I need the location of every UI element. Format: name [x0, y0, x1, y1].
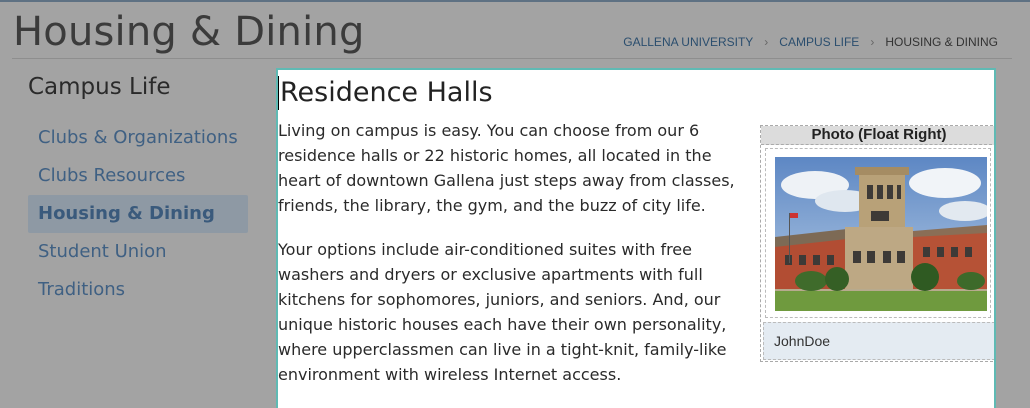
photo-frame	[765, 148, 991, 318]
breadcrumb-link-university[interactable]: GALLENA UNIVERSITY	[623, 35, 753, 49]
content-title[interactable]: Residence Halls	[278, 76, 493, 110]
content-paragraph[interactable]: Your options include air-conditioned sui…	[278, 237, 753, 387]
sidebar-item-clubs-resources[interactable]: Clubs Resources	[28, 157, 248, 195]
top-accent-line	[0, 0, 1030, 2]
photo-block-label: Photo (Float Right)	[761, 126, 994, 145]
breadcrumb-separator-icon: ›	[764, 35, 769, 49]
sidebar-item-student-union[interactable]: Student Union	[28, 233, 248, 271]
breadcrumb: GALLENA UNIVERSITY › CAMPUS LIFE › HOUSI…	[623, 35, 998, 49]
breadcrumb-current: HOUSING & DINING	[885, 35, 998, 49]
title-divider	[12, 58, 1012, 59]
breadcrumb-separator-icon: ›	[870, 35, 875, 49]
photo-float-right-block[interactable]: Photo (Float Right) JohnDoe	[760, 125, 994, 362]
breadcrumb-link-campus-life[interactable]: CAMPUS LIFE	[779, 35, 859, 49]
content-paragraph[interactable]: Living on campus is easy. You can choose…	[278, 118, 753, 218]
photo-caption[interactable]: JohnDoe	[763, 322, 994, 360]
page-title: Housing & Dining	[13, 9, 365, 55]
building-photo[interactable]	[775, 157, 987, 311]
sidebar-heading: Campus Life	[28, 74, 171, 100]
sidebar-item-clubs-organizations[interactable]: Clubs & Organizations	[28, 119, 248, 157]
sidebar-nav: Clubs & Organizations Clubs Resources Ho…	[28, 119, 248, 309]
content-editor-area[interactable]: Residence Halls Living on campus is easy…	[276, 68, 996, 408]
sidebar-item-traditions[interactable]: Traditions	[28, 271, 248, 309]
sidebar-item-housing-dining[interactable]: Housing & Dining	[28, 195, 248, 233]
